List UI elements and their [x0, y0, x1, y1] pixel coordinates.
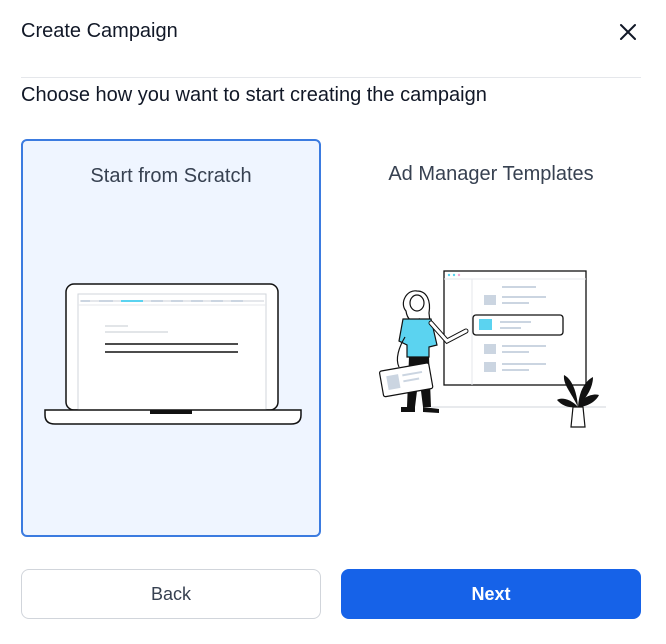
close-button[interactable] [615, 18, 641, 46]
option-label: Start from Scratch [90, 165, 252, 187]
back-button[interactable]: Back [21, 569, 321, 619]
close-icon [620, 24, 636, 40]
dialog-subtitle: Choose how you want to start creating th… [21, 84, 487, 106]
option-start-from-scratch[interactable]: Start from Scratch [21, 139, 321, 537]
dialog-title: Create Campaign [21, 20, 178, 42]
woman-presenting-templates-illustration [378, 270, 606, 428]
header-divider [21, 77, 641, 78]
option-label: Ad Manager Templates [388, 163, 594, 185]
dialog-header: Create Campaign [21, 18, 641, 48]
option-ad-manager-templates[interactable]: Ad Manager Templates [341, 139, 641, 537]
next-button[interactable]: Next [341, 569, 641, 619]
laptop-illustration [44, 283, 302, 425]
